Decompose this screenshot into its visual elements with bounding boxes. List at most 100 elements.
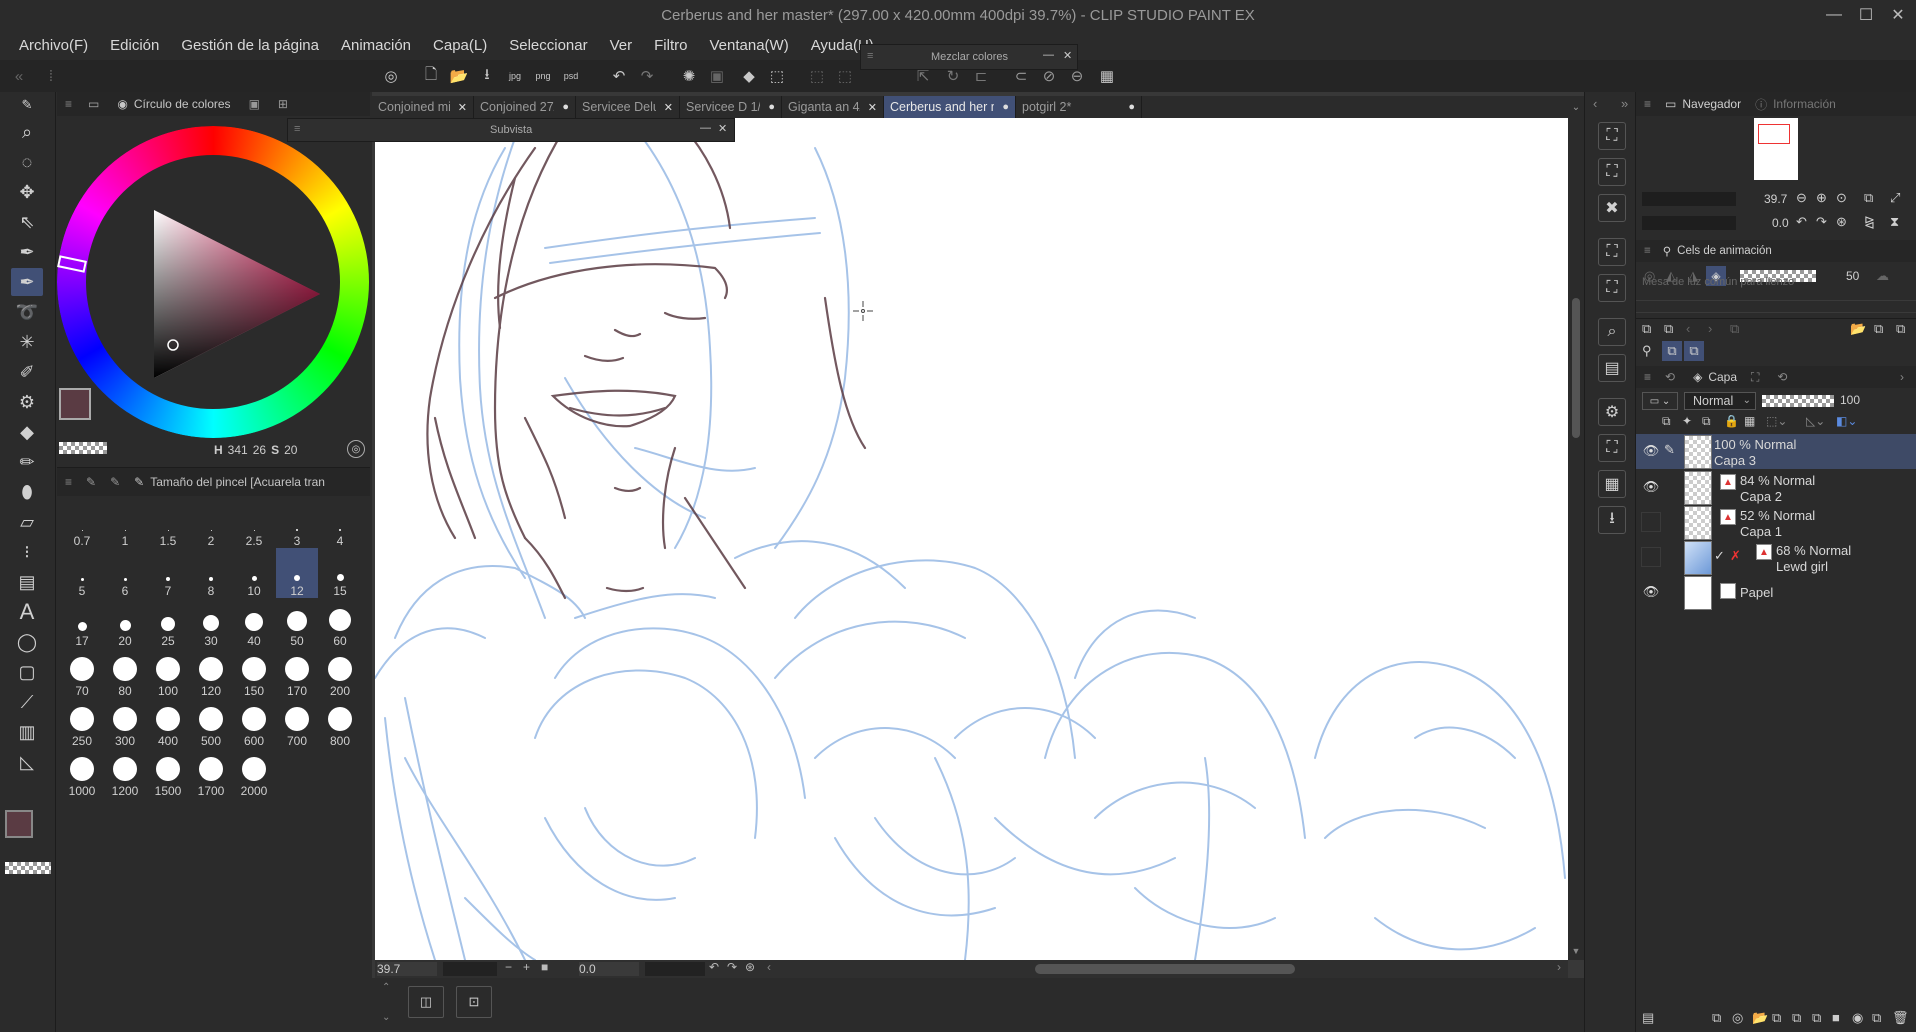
- tab-close-icon[interactable]: ✕: [868, 101, 877, 114]
- material-4-icon[interactable]: ⛶: [1598, 274, 1626, 302]
- brush-tab1-icon[interactable]: ✎: [86, 475, 96, 489]
- layer-visibility-icon[interactable]: 👁: [1641, 582, 1661, 602]
- layer-lock-draft-icon[interactable]: ⧉: [1702, 414, 1711, 429]
- info-tab[interactable]: Información: [1773, 97, 1836, 111]
- eyedropper-icon[interactable]: ✐: [11, 358, 43, 386]
- color-panel-title[interactable]: Círculo de colores: [134, 97, 231, 111]
- brush-size-option[interactable]: 100: [147, 648, 189, 698]
- subvista-close-icon[interactable]: ✕: [718, 122, 727, 135]
- layer-row[interactable]: 👁 ▲ 84 % Normal Capa 2: [1636, 470, 1916, 505]
- layer-next-icon[interactable]: ›: [1708, 321, 1712, 336]
- brush-size-option[interactable]: 60: [319, 598, 361, 648]
- navigator-zoom-value[interactable]: 39.7: [1764, 192, 1787, 206]
- document-tab[interactable]: potgirl 2* ●: [1016, 96, 1142, 118]
- undo-icon[interactable]: ↶: [606, 64, 632, 88]
- nav-expand-icon[interactable]: ⤢: [1890, 190, 1900, 206]
- color-set-icon[interactable]: ▭: [88, 97, 99, 111]
- menu-seleccionar[interactable]: Seleccionar: [498, 37, 598, 54]
- brush-size-option[interactable]: 70: [61, 648, 103, 698]
- nav-rotate-right-icon[interactable]: ↷: [1816, 214, 1827, 230]
- nav-reset-icon[interactable]: ⊛: [1836, 214, 1847, 230]
- nav-flip-icon[interactable]: ⧉: [1864, 190, 1873, 206]
- tab-close-icon[interactable]: ✕: [664, 101, 673, 114]
- transform-icon[interactable]: ⬚: [764, 64, 790, 88]
- layer-panel-title[interactable]: Capa: [1708, 370, 1737, 384]
- tab-modified-icon[interactable]: ●: [768, 101, 775, 113]
- export-jpg-icon[interactable]: jpg: [502, 64, 528, 88]
- brush-size-option[interactable]: 250: [61, 698, 103, 748]
- layer-prop-tab-icon[interactable]: ⟲: [1665, 370, 1675, 384]
- blend-mode-select[interactable]: Normal ⌄: [1684, 392, 1756, 410]
- layer-panel-more-icon[interactable]: ›: [1900, 370, 1904, 384]
- navigator-view-rect[interactable]: [1758, 124, 1790, 144]
- brush-size-option[interactable]: 1000: [61, 748, 103, 798]
- document-tab[interactable]: Servicee Deluxe ✕: [576, 96, 680, 118]
- panel-menu-icon[interactable]: ≡: [65, 97, 72, 111]
- export-psd-icon[interactable]: psd: [558, 64, 584, 88]
- document-tab[interactable]: Giganta an 4/12 ✕: [782, 96, 884, 118]
- brush-size-option[interactable]: 1: [104, 498, 146, 548]
- brush-size-option[interactable]: 8: [190, 548, 232, 598]
- correction-icon[interactable]: ◺: [11, 748, 43, 776]
- scroll-down-icon[interactable]: ▼: [1568, 944, 1584, 958]
- layer-tool-4-icon[interactable]: ⧉: [1874, 321, 1883, 337]
- menu-edicion[interactable]: Edición: [99, 37, 170, 54]
- layer-search-tab-icon[interactable]: ⛶: [1751, 370, 1759, 385]
- info-tab-icon[interactable]: ⓘ: [1755, 96, 1767, 113]
- brush-size-option[interactable]: 17: [61, 598, 103, 648]
- material-2-icon[interactable]: ⛶: [1598, 158, 1626, 186]
- layer-tool-6-icon[interactable]: ⚲: [1642, 343, 1652, 359]
- status-fit-icon[interactable]: ■: [541, 960, 548, 974]
- text-icon[interactable]: A: [11, 598, 43, 626]
- menu-filtro[interactable]: Filtro: [643, 37, 698, 54]
- timeline-toggle-icon[interactable]: ◫: [408, 986, 444, 1018]
- brush-size-option[interactable]: 200: [319, 648, 361, 698]
- lasso-icon[interactable]: ➰: [11, 298, 43, 326]
- fill-bucket-icon[interactable]: ◆: [11, 418, 43, 446]
- deselect-icon[interactable]: ⬚: [832, 64, 858, 88]
- brush-size-option[interactable]: 120: [190, 648, 232, 698]
- line-icon[interactable]: ⟋: [11, 688, 43, 716]
- brush-size-option[interactable]: 2000: [233, 748, 275, 798]
- document-tab[interactable]: Servicee D 1/16 ●: [680, 96, 782, 118]
- loading-icon[interactable]: ✺: [676, 64, 702, 88]
- brush-size-option[interactable]: 7: [147, 548, 189, 598]
- layer-tab-icon[interactable]: ◈: [1693, 370, 1702, 384]
- layer-clip-icon[interactable]: ⧉: [1662, 414, 1671, 429]
- brush-size-option[interactable]: 500: [190, 698, 232, 748]
- balloon-icon[interactable]: ◯: [11, 628, 43, 656]
- layer-mask-icon[interactable]: ⬚⌄: [1766, 414, 1787, 428]
- intermediate-color-tab-icon[interactable]: ⊞: [278, 97, 288, 111]
- brush-tab2-icon[interactable]: ✎: [110, 475, 120, 489]
- menu-animacion[interactable]: Animación: [330, 37, 422, 54]
- hscroll-right-icon[interactable]: ›: [1557, 960, 1561, 974]
- brush-size-option[interactable]: 2.5: [233, 498, 275, 548]
- material-3-icon[interactable]: ⛶: [1598, 238, 1626, 266]
- status-rotate-left-icon[interactable]: ↶: [709, 960, 719, 974]
- new-folder-icon[interactable]: 📂: [1752, 1010, 1768, 1026]
- vertical-scroll-thumb[interactable]: [1572, 298, 1580, 438]
- navigator-thumbnail[interactable]: [1754, 118, 1798, 180]
- merge-down-icon[interactable]: ⧉: [1792, 1010, 1801, 1026]
- pen-mini-icon[interactable]: ✎: [11, 96, 43, 114]
- create-mask-icon[interactable]: ■: [1832, 1010, 1840, 1025]
- color-slider-tab-icon[interactable]: ▣: [249, 97, 260, 111]
- layer-color-mode-icon[interactable]: ▭ ⌄: [1642, 392, 1678, 410]
- status-zoom-out-icon[interactable]: −: [505, 960, 512, 974]
- ruler-tool-icon[interactable]: ▥: [11, 718, 43, 746]
- brush-size-option[interactable]: 25: [147, 598, 189, 648]
- delete-layer-icon[interactable]: 🗑: [1892, 1010, 1909, 1026]
- side-collapse-left-icon[interactable]: ‹: [1593, 96, 1597, 111]
- transparent-color-swatch[interactable]: [5, 862, 51, 874]
- nav-zoom-out-icon[interactable]: ⊖: [1796, 190, 1807, 206]
- anim-tab-icon[interactable]: ⚲: [1663, 244, 1671, 258]
- brush-size-option[interactable]: 600: [233, 698, 275, 748]
- save-icon[interactable]: ⭳: [474, 64, 500, 88]
- brush-panel-title[interactable]: Tamaño del pincel [Acuarela tran: [150, 475, 330, 489]
- copy-layer-icon[interactable]: ⧉: [1772, 1010, 1781, 1026]
- apply-mask-icon[interactable]: ◉: [1852, 1010, 1863, 1026]
- page-view-icon[interactable]: ⊡: [456, 986, 492, 1018]
- fill-icon[interactable]: ◆: [736, 64, 762, 88]
- nav-fit-icon[interactable]: ⊙: [1836, 190, 1847, 206]
- layer-lock-icon[interactable]: 🔒: [1724, 414, 1739, 428]
